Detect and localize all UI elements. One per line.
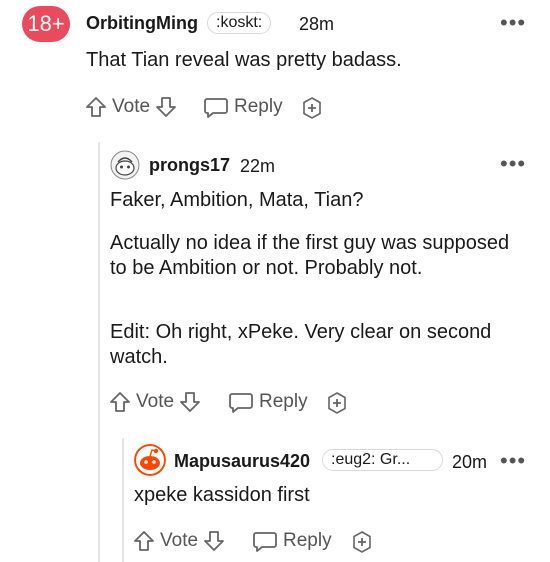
downvote-icon[interactable]	[178, 390, 202, 414]
avatar[interactable]	[134, 444, 166, 476]
user-flair: :eug2: Gr...	[322, 449, 443, 471]
comment-timestamp: 20m	[452, 452, 488, 472]
comment-username[interactable]: OrbitingMing	[86, 13, 198, 34]
vote-control: Vote	[84, 95, 178, 119]
comment-paragraph: Edit: Oh right, xPeke. Very clear on sec…	[110, 321, 492, 368]
upvote-icon[interactable]	[84, 95, 108, 119]
vote-label: Vote	[160, 530, 199, 551]
comment-timestamp: 28m	[299, 14, 335, 34]
reply-button[interactable]: Reply	[203, 95, 283, 119]
reply-label: Reply	[234, 96, 283, 117]
upvote-icon[interactable]	[132, 529, 156, 553]
comment-username[interactable]: prongs17	[149, 155, 230, 176]
vote-label: Vote	[136, 391, 175, 412]
thread-line[interactable]	[98, 142, 100, 562]
thread-line[interactable]	[122, 438, 124, 562]
upvote-icon[interactable]	[108, 390, 132, 414]
vote-control: Vote	[132, 529, 226, 553]
comment-body: xpeke kassidon first	[134, 484, 310, 506]
vote-control: Vote	[108, 390, 202, 414]
reply-icon	[228, 390, 254, 414]
downvote-icon[interactable]	[154, 95, 178, 119]
comment-username[interactable]: Mapusaurus420	[174, 451, 310, 472]
comment-paragraph: Actually no idea if the first guy was su…	[110, 232, 510, 279]
award-icon[interactable]	[350, 530, 374, 554]
more-options-icon[interactable]: •••	[500, 10, 526, 36]
comment-paragraph: Faker, Ambition, Mata, Tian?	[110, 189, 364, 211]
award-icon[interactable]	[325, 391, 349, 415]
reply-label: Reply	[259, 391, 308, 412]
reply-icon	[203, 95, 229, 119]
reply-button[interactable]: Reply	[252, 529, 332, 553]
reply-icon	[252, 529, 278, 553]
vote-label: Vote	[112, 96, 151, 117]
comment-body: That Tian reveal was pretty badass.	[86, 49, 402, 71]
avatar[interactable]	[110, 150, 140, 180]
reply-button[interactable]: Reply	[228, 390, 308, 414]
more-options-icon[interactable]: •••	[500, 448, 526, 474]
avatar[interactable]: 18+	[22, 6, 70, 42]
user-flair: :koskt:	[207, 12, 272, 34]
award-icon[interactable]	[300, 96, 324, 120]
downvote-icon[interactable]	[202, 529, 226, 553]
more-options-icon[interactable]: •••	[500, 151, 526, 177]
comment-timestamp: 22m	[240, 156, 276, 176]
reply-label: Reply	[283, 530, 332, 551]
